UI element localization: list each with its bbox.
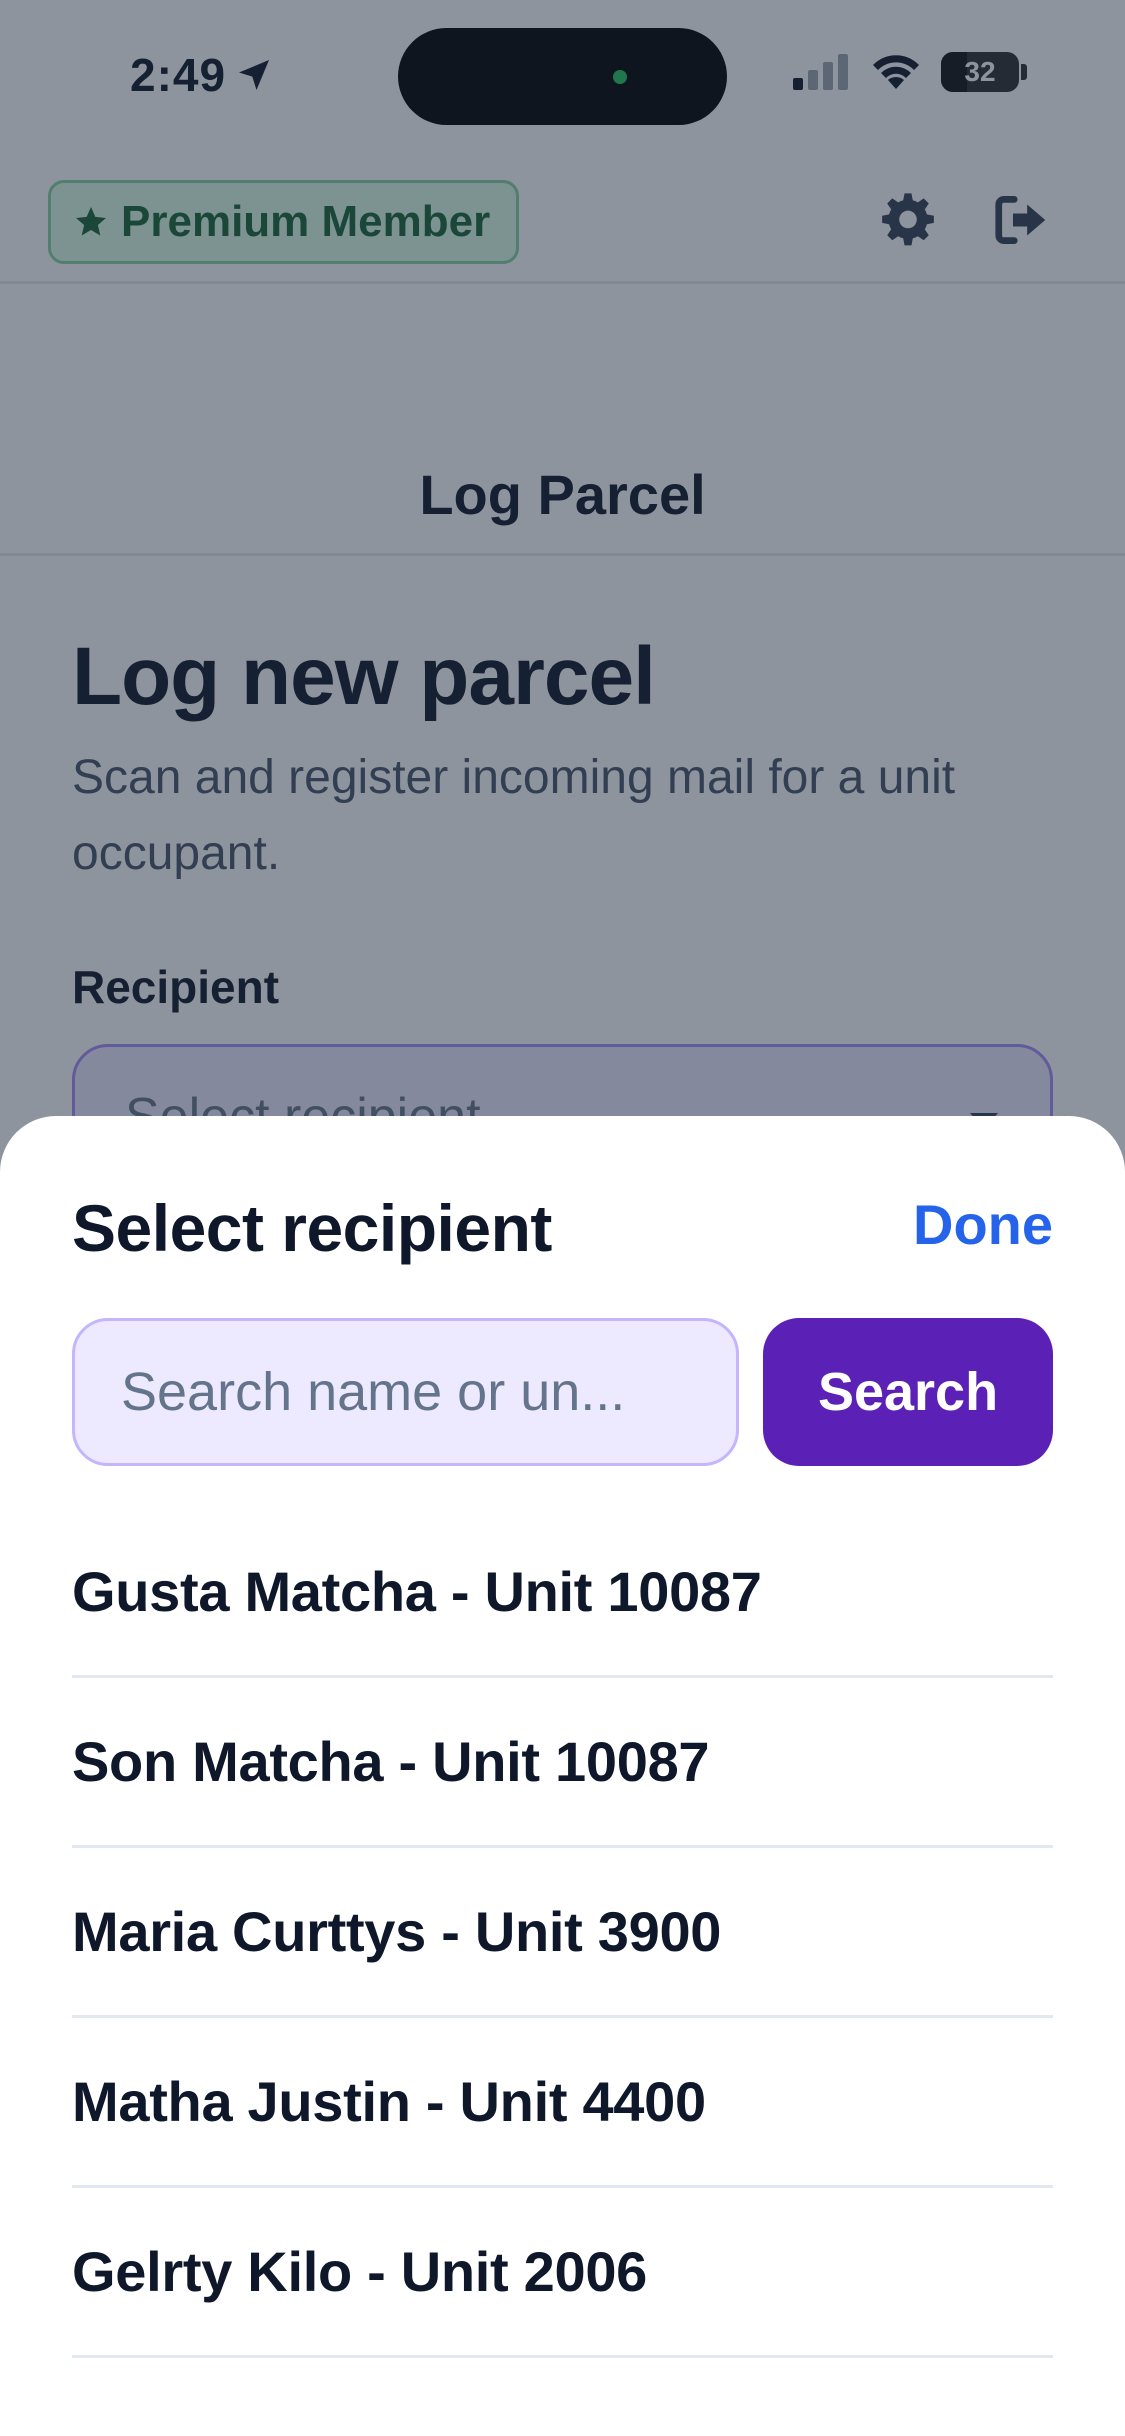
search-button[interactable]: Search <box>763 1318 1053 1466</box>
recipient-list: Gusta Matcha - Unit 10087 Son Matcha - U… <box>72 1508 1053 2358</box>
search-input[interactable] <box>72 1318 739 1466</box>
sheet-title: Select recipient <box>72 1191 552 1265</box>
recipient-item[interactable]: Matha Justin - Unit 4400 <box>72 2018 1053 2188</box>
recipient-item[interactable]: Gusta Matcha - Unit 10087 <box>72 1508 1053 1678</box>
recipient-item[interactable]: Gelrty Kilo - Unit 2006 <box>72 2188 1053 2358</box>
recipient-item[interactable]: Son Matcha - Unit 10087 <box>72 1678 1053 1848</box>
select-recipient-sheet: Select recipient Done Search Gusta Match… <box>0 1116 1125 2436</box>
screen: 2:49 <box>0 0 1125 2436</box>
recipient-item[interactable]: Maria Curttys - Unit 3900 <box>72 1848 1053 2018</box>
done-button[interactable]: Done <box>913 1192 1053 1257</box>
